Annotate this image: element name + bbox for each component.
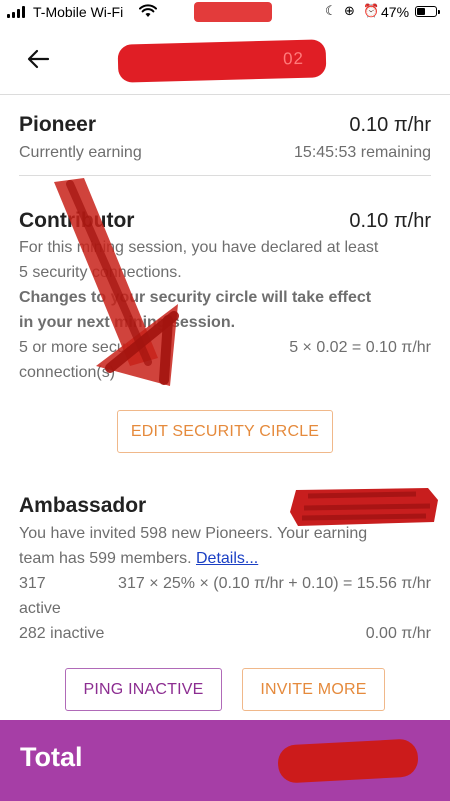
cellular-signal-icon — [7, 6, 25, 18]
pioneer-status: Currently earning — [19, 144, 142, 161]
pioneer-section: Pioneer 0.10 π/hr Currently earning 15:4… — [19, 113, 431, 165]
battery-fill — [417, 8, 425, 15]
active-count: 317 — [19, 575, 46, 592]
details-link[interactable]: Details... — [196, 550, 258, 567]
wifi-icon — [139, 4, 157, 17]
ambassador-team-text: team has 599 members. — [19, 550, 192, 567]
back-arrow-icon[interactable] — [20, 44, 60, 74]
contributor-calc-value: 5 × 0.02 = 0.10 π/hr — [289, 339, 431, 356]
contributor-note-line2: in your next mining session. — [19, 314, 236, 331]
redacted-title: 02 — [117, 39, 327, 83]
contributor-title: Contributor — [19, 209, 135, 232]
app-header: 02 — [0, 26, 450, 95]
contributor-calc-label-line2: connection(s) — [19, 364, 116, 381]
divider — [19, 175, 431, 176]
redaction-mark — [290, 488, 438, 526]
active-label: active — [19, 600, 61, 617]
pioneer-title: Pioneer — [19, 113, 97, 136]
pioneer-remaining: 15:45:53 remaining — [294, 144, 431, 161]
contributor-rate: 0.10 π/hr — [349, 210, 431, 232]
ambassador-description-line2: team has 599 members. Details... — [19, 546, 431, 571]
inactive-value: 0.00 π/hr — [365, 625, 431, 642]
contributor-calc-label: 5 or more security — [19, 339, 148, 356]
edit-security-circle-button[interactable]: EDIT SECURITY CIRCLE — [117, 410, 333, 453]
inactive-label: 282 inactive — [19, 625, 105, 642]
alarm-icon: ⏰ — [363, 3, 380, 18]
title-fragment: 02 — [282, 48, 305, 69]
contributor-section: Contributor 0.10 π/hr For this mining se… — [19, 209, 431, 385]
redaction-mark — [194, 2, 272, 22]
total-label: Total — [20, 742, 83, 772]
redaction-mark — [277, 738, 419, 784]
carrier-name: T-Mobile Wi-Fi — [33, 4, 124, 20]
contributor-note-line1: Changes to your security circle will tak… — [19, 289, 372, 306]
orientation-lock-icon: ⊕ — [344, 3, 355, 18]
ambassador-title: Ambassador — [19, 494, 147, 517]
contributor-description-line2: 5 security connections. — [19, 264, 182, 281]
pioneer-rate: 0.10 π/hr — [349, 114, 431, 136]
invite-more-button[interactable]: INVITE MORE — [242, 668, 385, 711]
battery-percentage: 47% — [381, 4, 410, 20]
active-calc: 317 × 25% × (0.10 π/hr + 0.10) = 15.56 π… — [118, 575, 431, 592]
contributor-description-line1: For this mining session, you have declar… — [19, 239, 379, 256]
battery-icon — [415, 6, 440, 17]
total-bar: Total — [0, 720, 450, 801]
do-not-disturb-icon: ☾ — [325, 3, 337, 18]
status-bar: T-Mobile Wi-Fi ☾ ⊕ ⏰ 47% — [0, 0, 450, 26]
ping-inactive-button[interactable]: PING INACTIVE — [65, 668, 222, 711]
